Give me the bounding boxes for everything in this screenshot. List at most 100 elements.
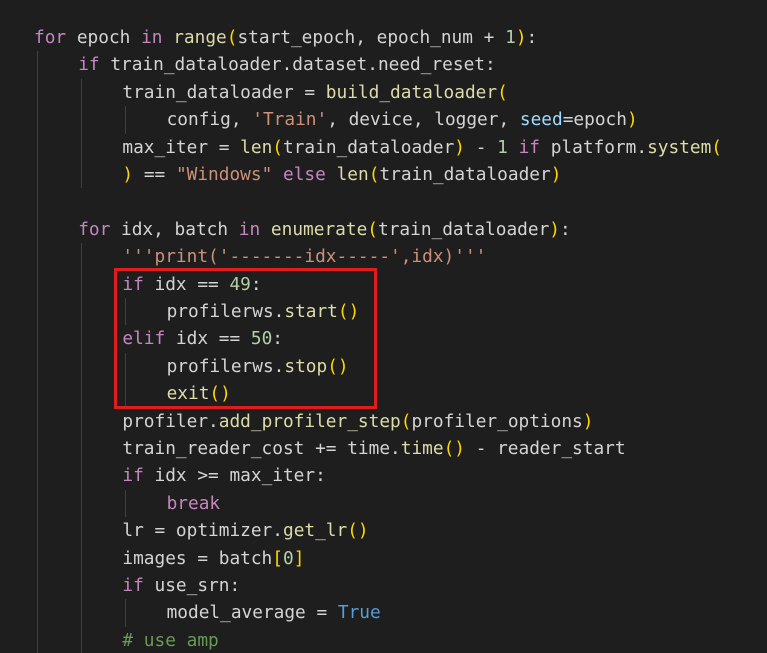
code-line[interactable]: lr = optimizer.get_lr() [122,517,368,544]
code-token: 0 [282,547,294,569]
indent-guide [37,462,38,490]
code-token: start_epoch, epoch_num + [237,27,506,48]
code-token: in [141,27,163,48]
code-token: lr = optimizer. [122,520,283,542]
indent-guide [37,489,38,518]
code-token: max_iter = [122,136,241,158]
code-token: - [465,136,498,158]
indent-guide [37,572,38,600]
code-token: add_profiler_step [218,410,401,432]
code-token: if [78,54,100,76]
code-token: train_dataloader = [122,81,326,103]
indent-guide [81,544,83,572]
indent-guide [37,517,38,545]
indent-guide [81,517,83,545]
code-token: ( [272,136,283,158]
code-line[interactable]: model_average = True [167,599,381,626]
code-token: () [347,520,369,542]
indent-guide [81,106,83,134]
code-line[interactable]: ) == "Windows" else len(train_dataloader… [122,161,561,188]
indent-guide [81,407,83,435]
code-token: == [133,164,176,185]
code-token: model_average = [166,602,338,624]
code-token: profiler_options [411,410,583,432]
code-token: ( [368,164,380,185]
code-token: ( [367,218,378,240]
indent-guide [37,380,38,408]
code-token: build_dataloader [325,81,498,103]
indent-guide [81,380,83,408]
code-token: ) [549,218,561,240]
code-line[interactable]: if train_dataloader.dataset.need_reset: [78,51,496,78]
code-token: 1 [505,27,516,48]
code-line[interactable]: for epoch in range(start_epoch, epoch_nu… [34,24,537,51]
indent-guide [81,325,83,353]
code-token: ) [515,27,527,48]
code-token: : [560,218,571,240]
code-token: profiler. [122,410,219,432]
indent-guide [37,51,38,79]
code-token: - reader_start [464,438,626,459]
indent-guide [81,572,83,600]
indent-guide [81,626,83,653]
code-token: ) [582,410,594,432]
code-token: enumerate [270,218,368,240]
indent-guide [37,407,38,435]
code-line[interactable]: train_reader_cost += time.time() - reade… [122,435,625,462]
code-token: True [337,602,381,624]
code-line[interactable]: # use amp [122,627,218,653]
indent-guide [37,599,38,627]
code-line[interactable]: '''print('-------idx-----',idx)''' [122,243,486,270]
indent-guide [81,78,83,107]
indent-guide [37,161,38,189]
code-line[interactable]: if use_srn: [122,572,240,599]
code-token: time [400,438,444,459]
indent-guide [125,599,127,627]
code-token: len [336,164,369,185]
code-token: [ [272,547,283,569]
code-token: ( [711,136,723,158]
code-line[interactable]: profiler.add_profiler_step(profiler_opti… [122,408,593,435]
code-token: 'Train' [252,109,328,131]
code-token: '''print('-------idx-----',idx)''' [122,246,487,268]
code-editor[interactable]: for epoch in range(start_epoch, epoch_nu… [0,0,767,653]
code-token: idx >= max_iter: [143,465,326,487]
code-token: images = batch [122,547,273,569]
indent-guide [81,298,83,326]
code-token: idx, batch [110,218,239,240]
code-token: 1 [497,136,508,158]
indent-guide [81,462,83,490]
code-token: range [173,27,227,48]
code-token: train_dataloader [378,218,550,240]
indent-guide [81,133,83,161]
indent-guide [125,106,127,134]
code-line[interactable]: max_iter = len(train_dataloader) - 1 if … [122,134,722,161]
code-line[interactable]: train_dataloader = build_dataloader( [122,79,507,106]
code-line[interactable]: config, 'Train', device, logger, seed=ep… [167,106,638,133]
indent-guide [81,161,83,189]
code-token: ) [550,164,562,185]
code-token: system [647,136,712,158]
code-token: ( [226,27,238,48]
code-line[interactable]: break [167,490,221,517]
code-line[interactable]: for idx, batch in enumerate(train_datalo… [78,216,571,243]
indent-guide [81,352,83,381]
code-token: : [526,27,538,48]
code-line[interactable]: if idx >= max_iter: [122,462,325,489]
code-token: train_reader_cost += time. [122,438,401,459]
indent-guide [37,298,38,326]
code-line[interactable]: images = batch[0] [122,545,304,572]
indent-guide [81,270,83,298]
code-token: break [166,492,221,514]
indent-guide [81,243,83,271]
indent-guide [37,435,38,463]
indent-guide [81,435,83,463]
code-token: if [122,575,144,596]
indent-guide [37,352,38,381]
indent-guide [37,325,38,353]
